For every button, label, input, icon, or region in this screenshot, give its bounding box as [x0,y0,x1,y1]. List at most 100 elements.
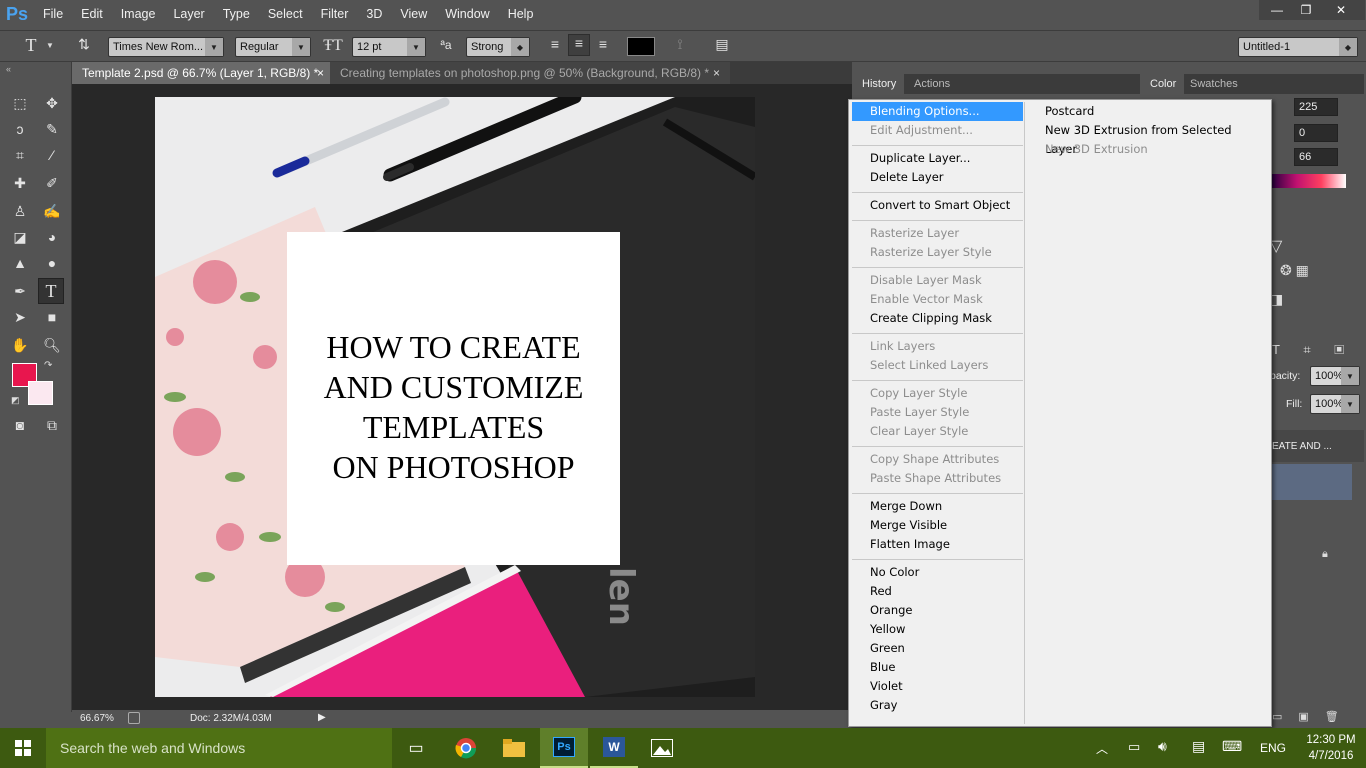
menu-image[interactable]: Image [112,0,165,28]
word-taskbar-icon[interactable]: W [590,728,638,768]
tab-template-2[interactable]: Template 2.psd @ 66.7% (Layer 1, RGB/8) … [72,62,330,84]
status-arrow-icon[interactable]: ▶ [318,712,326,723]
clock[interactable]: 12:30 PM 4/7/2016 [1298,732,1364,764]
text-orientation-icon[interactable]: ⇅ [74,36,94,53]
type-tool-icon[interactable]: T [20,35,42,56]
zoom-level[interactable]: 66.67% [80,713,114,724]
task-view-icon[interactable]: ▭ [392,728,440,768]
channel-mixer-icon[interactable]: ❂ ▦ [1280,262,1309,279]
lasso-tool-icon[interactable]: ↄ [8,118,32,140]
document-canvas[interactable]: len HOW TO CREATE AND CUSTOMIZE TEMPLATE… [155,97,755,697]
menu-edit[interactable]: Edit [72,0,112,28]
fill-input[interactable]: 100% ▼ [1310,394,1360,414]
font-style-select[interactable]: Regular ▼ [235,37,311,57]
show-hidden-icons[interactable]: ︿ [1096,740,1108,757]
action-center-icon[interactable]: ▤ [1192,738,1205,755]
screen-mode-icon[interactable]: ⧉ [40,414,64,436]
font-size-select[interactable]: 12 pt ▼ [352,37,426,57]
warp-text-icon[interactable]: ⟟ [670,36,690,53]
menu-item-convert-to-smart-object[interactable]: Convert to Smart Object [852,196,1023,215]
tab-history[interactable]: History [854,74,905,94]
close-icon[interactable]: × [317,62,324,84]
menu-item-delete-layer[interactable]: Delete Layer [852,168,1023,187]
blur-tool-icon[interactable]: ▲ [8,252,32,274]
menu-type[interactable]: Type [214,0,259,28]
menu-layer[interactable]: Layer [164,0,213,28]
quick-mask-icon[interactable]: ◙ [8,414,32,436]
align-left-icon[interactable]: ≡ [546,36,564,52]
collapse-icon[interactable]: « [6,64,11,74]
workspace-select[interactable]: Untitled-1 ◆ [1238,37,1358,57]
history-brush-tool-icon[interactable]: ✍ [40,200,64,222]
template-text-box[interactable]: HOW TO CREATE AND CUSTOMIZE TEMPLATES ON… [287,232,620,565]
background-color-swatch[interactable] [28,381,53,405]
menu-item-yellow[interactable]: Yellow [852,620,1023,639]
menu-item-gray[interactable]: Gray [852,696,1023,715]
crop-tool-icon[interactable]: ⌗ [8,144,32,166]
healing-brush-tool-icon[interactable]: ✚ [8,172,32,194]
menu-help[interactable]: Help [499,0,543,28]
battery-icon[interactable]: ▭ [1128,739,1140,755]
menu-item-blue[interactable]: Blue [852,658,1023,677]
menu-item-orange[interactable]: Orange [852,601,1023,620]
tool-preset-chevron-icon[interactable]: ▼ [46,41,54,50]
layer-row-text[interactable]: EATE AND ... [1270,430,1364,462]
search-box[interactable]: Search the web and Windows [46,728,392,768]
menu-item-blending-options[interactable]: Blending Options... [852,102,1023,121]
eraser-tool-icon[interactable]: ◪ [8,226,32,248]
text-color-swatch[interactable] [627,37,655,56]
menu-window[interactable]: Window [436,0,498,28]
menu-3d[interactable]: 3D [357,0,391,28]
move-tool-icon[interactable]: ✥ [40,92,64,114]
red-value[interactable]: 225 [1294,98,1338,116]
chrome-icon[interactable] [442,728,490,768]
align-center-icon[interactable]: ≡ [568,34,590,56]
file-explorer-icon[interactable] [490,728,538,768]
type-tool-icon[interactable]: T [38,278,64,304]
menu-item-no-color[interactable]: No Color [852,563,1023,582]
tab-actions[interactable]: Actions [906,74,958,94]
photoshop-taskbar-icon[interactable]: Ps [540,728,588,768]
quick-select-tool-icon[interactable]: ✎ [40,118,64,140]
menu-item-red[interactable]: Red [852,582,1023,601]
align-right-icon[interactable]: ≡ [594,36,612,52]
default-colors-icon[interactable]: ◩ [11,395,20,406]
opacity-input[interactable]: 100% ▼ [1310,366,1360,386]
antialias-select[interactable]: Strong ◆ [466,37,530,57]
zoom-tool-icon[interactable]: 🔍︎ [40,334,64,356]
close-button[interactable]: ✕ [1317,0,1365,20]
menu-item-create-clipping-mask[interactable]: Create Clipping Mask [852,309,1023,328]
blue-value[interactable]: 66 [1294,148,1338,166]
language-indicator[interactable]: ENG [1260,741,1286,755]
brush-tool-icon[interactable]: ✐ [40,172,64,194]
paint-bucket-tool-icon[interactable]: ◕ [40,226,64,248]
menu-item-flatten-image[interactable]: Flatten Image [852,535,1023,554]
tab-color[interactable]: Color [1142,74,1185,94]
windows-start-icon[interactable] [0,728,46,768]
menu-view[interactable]: View [391,0,436,28]
pen-tool-icon[interactable]: ✒ [8,280,32,302]
rectangle-tool-icon[interactable]: ■ [40,306,64,328]
marquee-tool-icon[interactable]: ⬚ [8,92,32,114]
menu-item-green[interactable]: Green [852,639,1023,658]
tab-creating-templates[interactable]: Creating templates on photoshop.png @ 50… [330,62,730,84]
menu-item-postcard[interactable]: Postcard [1025,102,1265,121]
menu-item-merge-visible[interactable]: Merge Visible [852,516,1023,535]
menu-item-merge-down[interactable]: Merge Down [852,497,1023,516]
tab-swatches[interactable]: Swatches [1182,74,1246,94]
photos-icon[interactable] [638,728,686,768]
menu-select[interactable]: Select [259,0,312,28]
menu-file[interactable]: File [34,0,72,28]
close-icon[interactable]: × [713,62,720,84]
eyedropper-tool-icon[interactable]: ⁄ [40,144,64,166]
font-family-select[interactable]: Times New Rom... ▼ [108,37,224,57]
volume-icon[interactable]: 🔊︎ [1158,738,1167,755]
menu-item-violet[interactable]: Violet [852,677,1023,696]
character-panel-icon[interactable]: ▤ [712,36,732,53]
layer-footer-icons[interactable]: ▭▣🗑︎ [1272,710,1355,723]
color-ramp[interactable] [1272,174,1346,188]
dodge-tool-icon[interactable]: ● [40,252,64,274]
swap-colors-icon[interactable]: ↷ [44,360,52,371]
hand-tool-icon[interactable]: ✋ [8,334,32,356]
layer-filter-icons[interactable]: T ⌗ ▣ [1272,342,1354,358]
